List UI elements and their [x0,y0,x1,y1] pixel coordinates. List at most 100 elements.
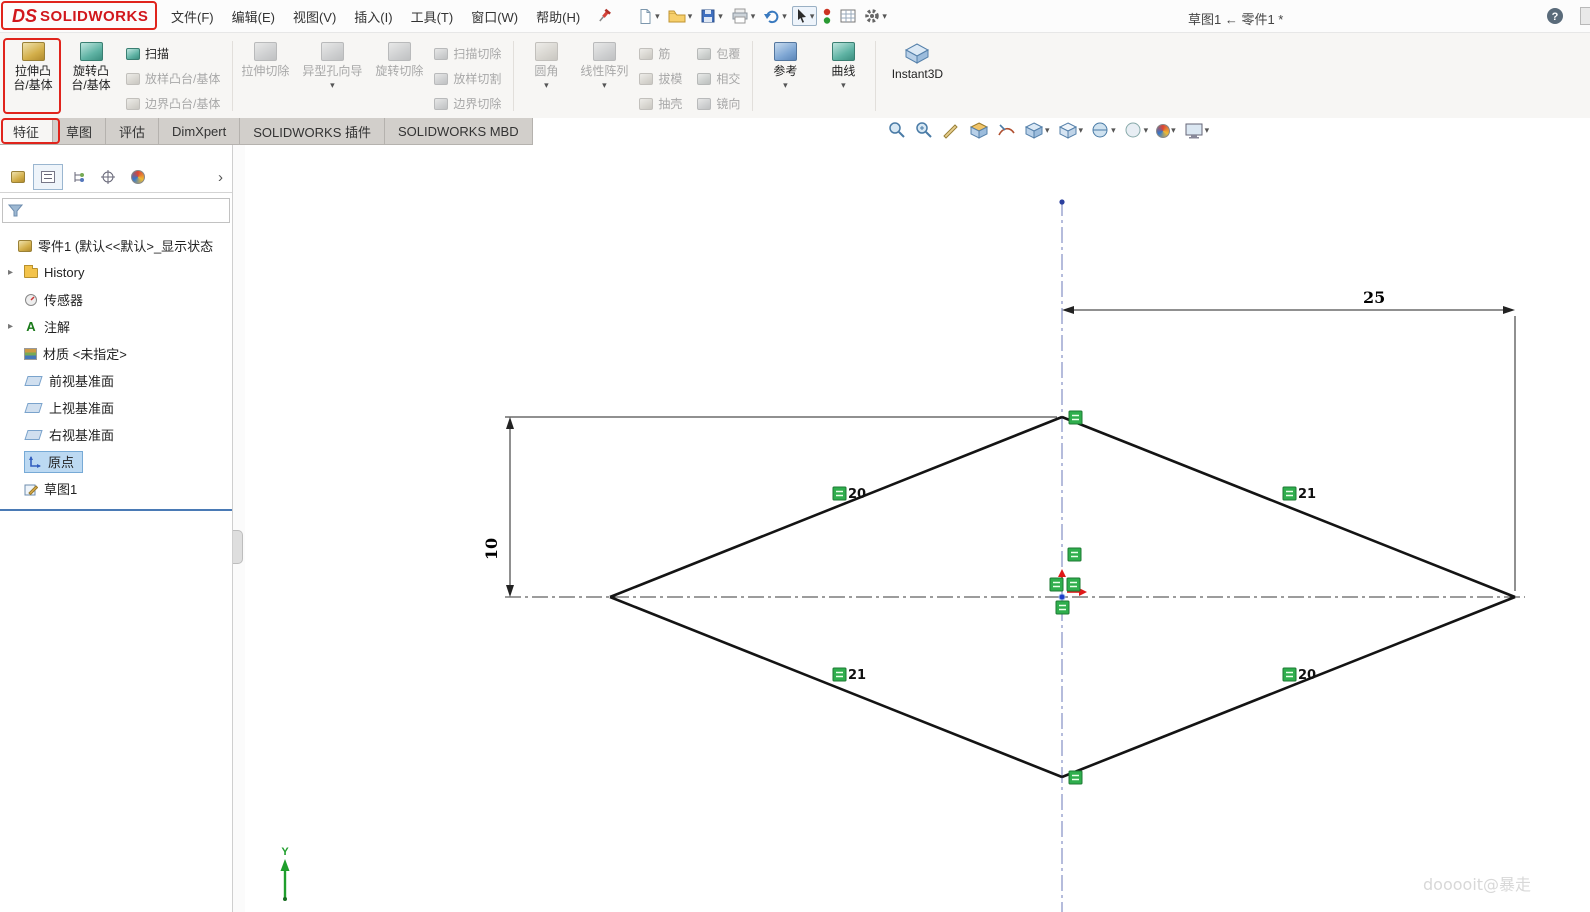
dimension-width[interactable]: 25 [1062,288,1516,591]
tree-item-front-plane[interactable]: 前视基准面 [0,367,232,394]
mirror-icon [697,97,712,110]
ribbon-extrude-boss-button[interactable]: 拉伸凸台/基体 [4,36,62,116]
centerline-endpoint[interactable] [1059,199,1065,205]
dropdown-caret-icon: ▾ [882,10,887,21]
ribbon-curves-button[interactable]: 曲线 ▾ [814,36,872,116]
zoom-fit-button[interactable] [888,121,907,140]
pin-menu-icon[interactable] [589,8,620,25]
tree-item-sketch1[interactable]: 草图1 [0,475,232,502]
tree-filter-box[interactable] [2,198,230,223]
tree-item-part-root[interactable]: 零件1 (默认<<默认>_显示状态 [0,232,232,259]
print-button[interactable]: ▾ [728,6,759,26]
help-button[interactable]: ? [1546,7,1564,28]
ribbon-wrap-button[interactable]: 包覆 [691,41,749,66]
tree-item-annotations[interactable]: ▸ A 注解 [0,313,232,340]
ribbon-rib-button[interactable]: 筋 [633,41,691,66]
ribbon-loft-cut-button[interactable]: 放样切割 [428,66,510,91]
constraint-label-top-left[interactable]: 20 [832,486,866,502]
ribbon-boundary-cut-button[interactable]: 边界切除 [428,91,510,116]
select-tool-button[interactable]: ▾ [791,6,818,26]
expand-caret-icon[interactable]: ▸ [8,321,13,332]
ribbon-boundary-boss-button[interactable]: 边界凸台/基体 [120,91,229,116]
rebuild-indicator-icon[interactable] [819,6,835,27]
menu-insert[interactable]: 插入(I) [345,0,401,33]
tab-dimxpert[interactable]: DimXpert [159,118,241,144]
view-orientation-button[interactable]: ▾ [1091,121,1116,140]
dropdown-caret-icon: ▾ [809,10,815,21]
tab-evaluate[interactable]: 评估 [106,118,160,144]
panel-tab-propertymanager[interactable] [33,164,63,190]
menu-window[interactable]: 窗口(W) [462,0,527,33]
ribbon-draft-button[interactable]: 拔模 [633,66,691,91]
constraint-badge[interactable] [1055,600,1070,615]
ribbon-reference-button[interactable]: 参考 ▾ [756,36,814,116]
menu-view[interactable]: 视图(V) [284,0,345,33]
scene-button[interactable]: ▾ [1184,122,1209,140]
constraint-label-bottom-right[interactable]: 20 [1282,667,1316,683]
settings-button[interactable]: ▾ [861,6,890,26]
graphics-area[interactable]: 10 25 20 21 21 20 Y dooooit@暴走 [245,145,1590,912]
ribbon-revolve-cut-button[interactable]: 旋转切除 [370,36,428,116]
sketch-glyph-icon [998,124,1015,136]
tree-item-top-plane[interactable]: 上视基准面 [0,394,232,421]
open-button[interactable]: ▾ [665,6,696,26]
constraint-badge[interactable] [1066,577,1081,592]
ribbon-loft-button[interactable]: 放样凸台/基体 [120,66,229,91]
hide-show-items-button[interactable]: ▾ [1024,121,1050,140]
constraint-label-bottom-left[interactable]: 21 [832,667,866,683]
ribbon-fillet-button[interactable]: 圆角 ▾ [517,36,575,116]
save-button[interactable]: ▾ [697,6,726,26]
panel-collapse-handle[interactable] [233,530,243,564]
extrude-cut-icon [253,42,277,61]
expand-caret-icon[interactable]: ▸ [8,267,13,278]
ribbon-mirror-button[interactable]: 镜向 [691,91,749,116]
tree-item-origin[interactable]: 原点 [0,448,232,475]
ribbon-shell-button[interactable]: 抽壳 [633,91,691,116]
menu-help[interactable]: 帮助(H) [527,0,589,33]
sketch-canvas[interactable]: 10 25 20 21 21 20 Y dooooit@暴走 [245,145,1590,912]
dimension-height[interactable]: 10 [482,416,1057,597]
constraint-badge[interactable] [1068,770,1083,785]
panel-expand-chevron-icon[interactable]: › [212,169,229,186]
constraint-badge[interactable] [1067,547,1082,562]
constraint-label-top-right[interactable]: 21 [1282,486,1316,502]
ribbon-extrude-cut-button[interactable]: 拉伸切除 [236,36,294,116]
axis-triad: Y [280,846,290,901]
ribbon-sweep-cut-button[interactable]: 扫描切除 [428,41,510,66]
tree-item-history[interactable]: ▸ History [0,259,232,286]
section-view-button[interactable] [969,121,989,140]
panel-tab-configurationmanager[interactable] [63,164,93,190]
panel-tab-featuremanager[interactable] [3,164,33,190]
new-document-icon [640,8,651,24]
new-document-button[interactable]: ▾ [634,6,663,27]
panel-splitter[interactable] [233,145,245,912]
constraint-badge[interactable] [1049,577,1064,592]
zoom-area-button[interactable] [915,121,934,140]
view-settings-button[interactable]: ▾ [1124,121,1148,140]
options-sheet-button[interactable] [837,7,859,26]
display-style-button[interactable]: ▾ [1058,121,1083,140]
ribbon-instant3d-button[interactable]: Instant3D [879,36,955,116]
previous-view-button[interactable] [942,121,961,140]
menu-tools[interactable]: 工具(T) [402,0,463,33]
tab-sketch[interactable]: 草图 [53,118,107,144]
panel-tab-dimxpertmanager[interactable] [93,164,123,190]
tab-features[interactable]: 特征 [0,118,54,144]
undo-button[interactable]: ▾ [760,6,790,26]
ribbon-hole-wizard-button[interactable]: 异型孔向导 ▾ [294,36,370,116]
constraint-badge[interactable] [1068,410,1083,425]
tab-solidworks-mbd[interactable]: SOLIDWORKS MBD [384,118,533,144]
ribbon-revolve-boss-button[interactable]: 旋转凸台/基体 [62,36,120,116]
tree-item-right-plane[interactable]: 右视基准面 [0,421,232,448]
ribbon-linear-pattern-button[interactable]: 线性阵列 ▾ [575,36,633,116]
tab-solidworks-addins[interactable]: SOLIDWORKS 插件 [240,118,385,144]
ribbon-intersect-button[interactable]: 相交 [691,66,749,91]
ribbon-sweep-button[interactable]: 扫描 [120,41,229,66]
panel-tab-displaymanager[interactable] [123,164,153,190]
tree-item-material[interactable]: 材质 <未指定> [0,340,232,367]
menu-file[interactable]: 文件(F) [162,0,223,33]
sketch-view-button[interactable] [997,121,1016,140]
menu-edit[interactable]: 编辑(E) [223,0,284,33]
tree-item-sensors[interactable]: 传感器 [0,286,232,313]
appearance-button[interactable]: ▾ [1156,123,1176,138]
